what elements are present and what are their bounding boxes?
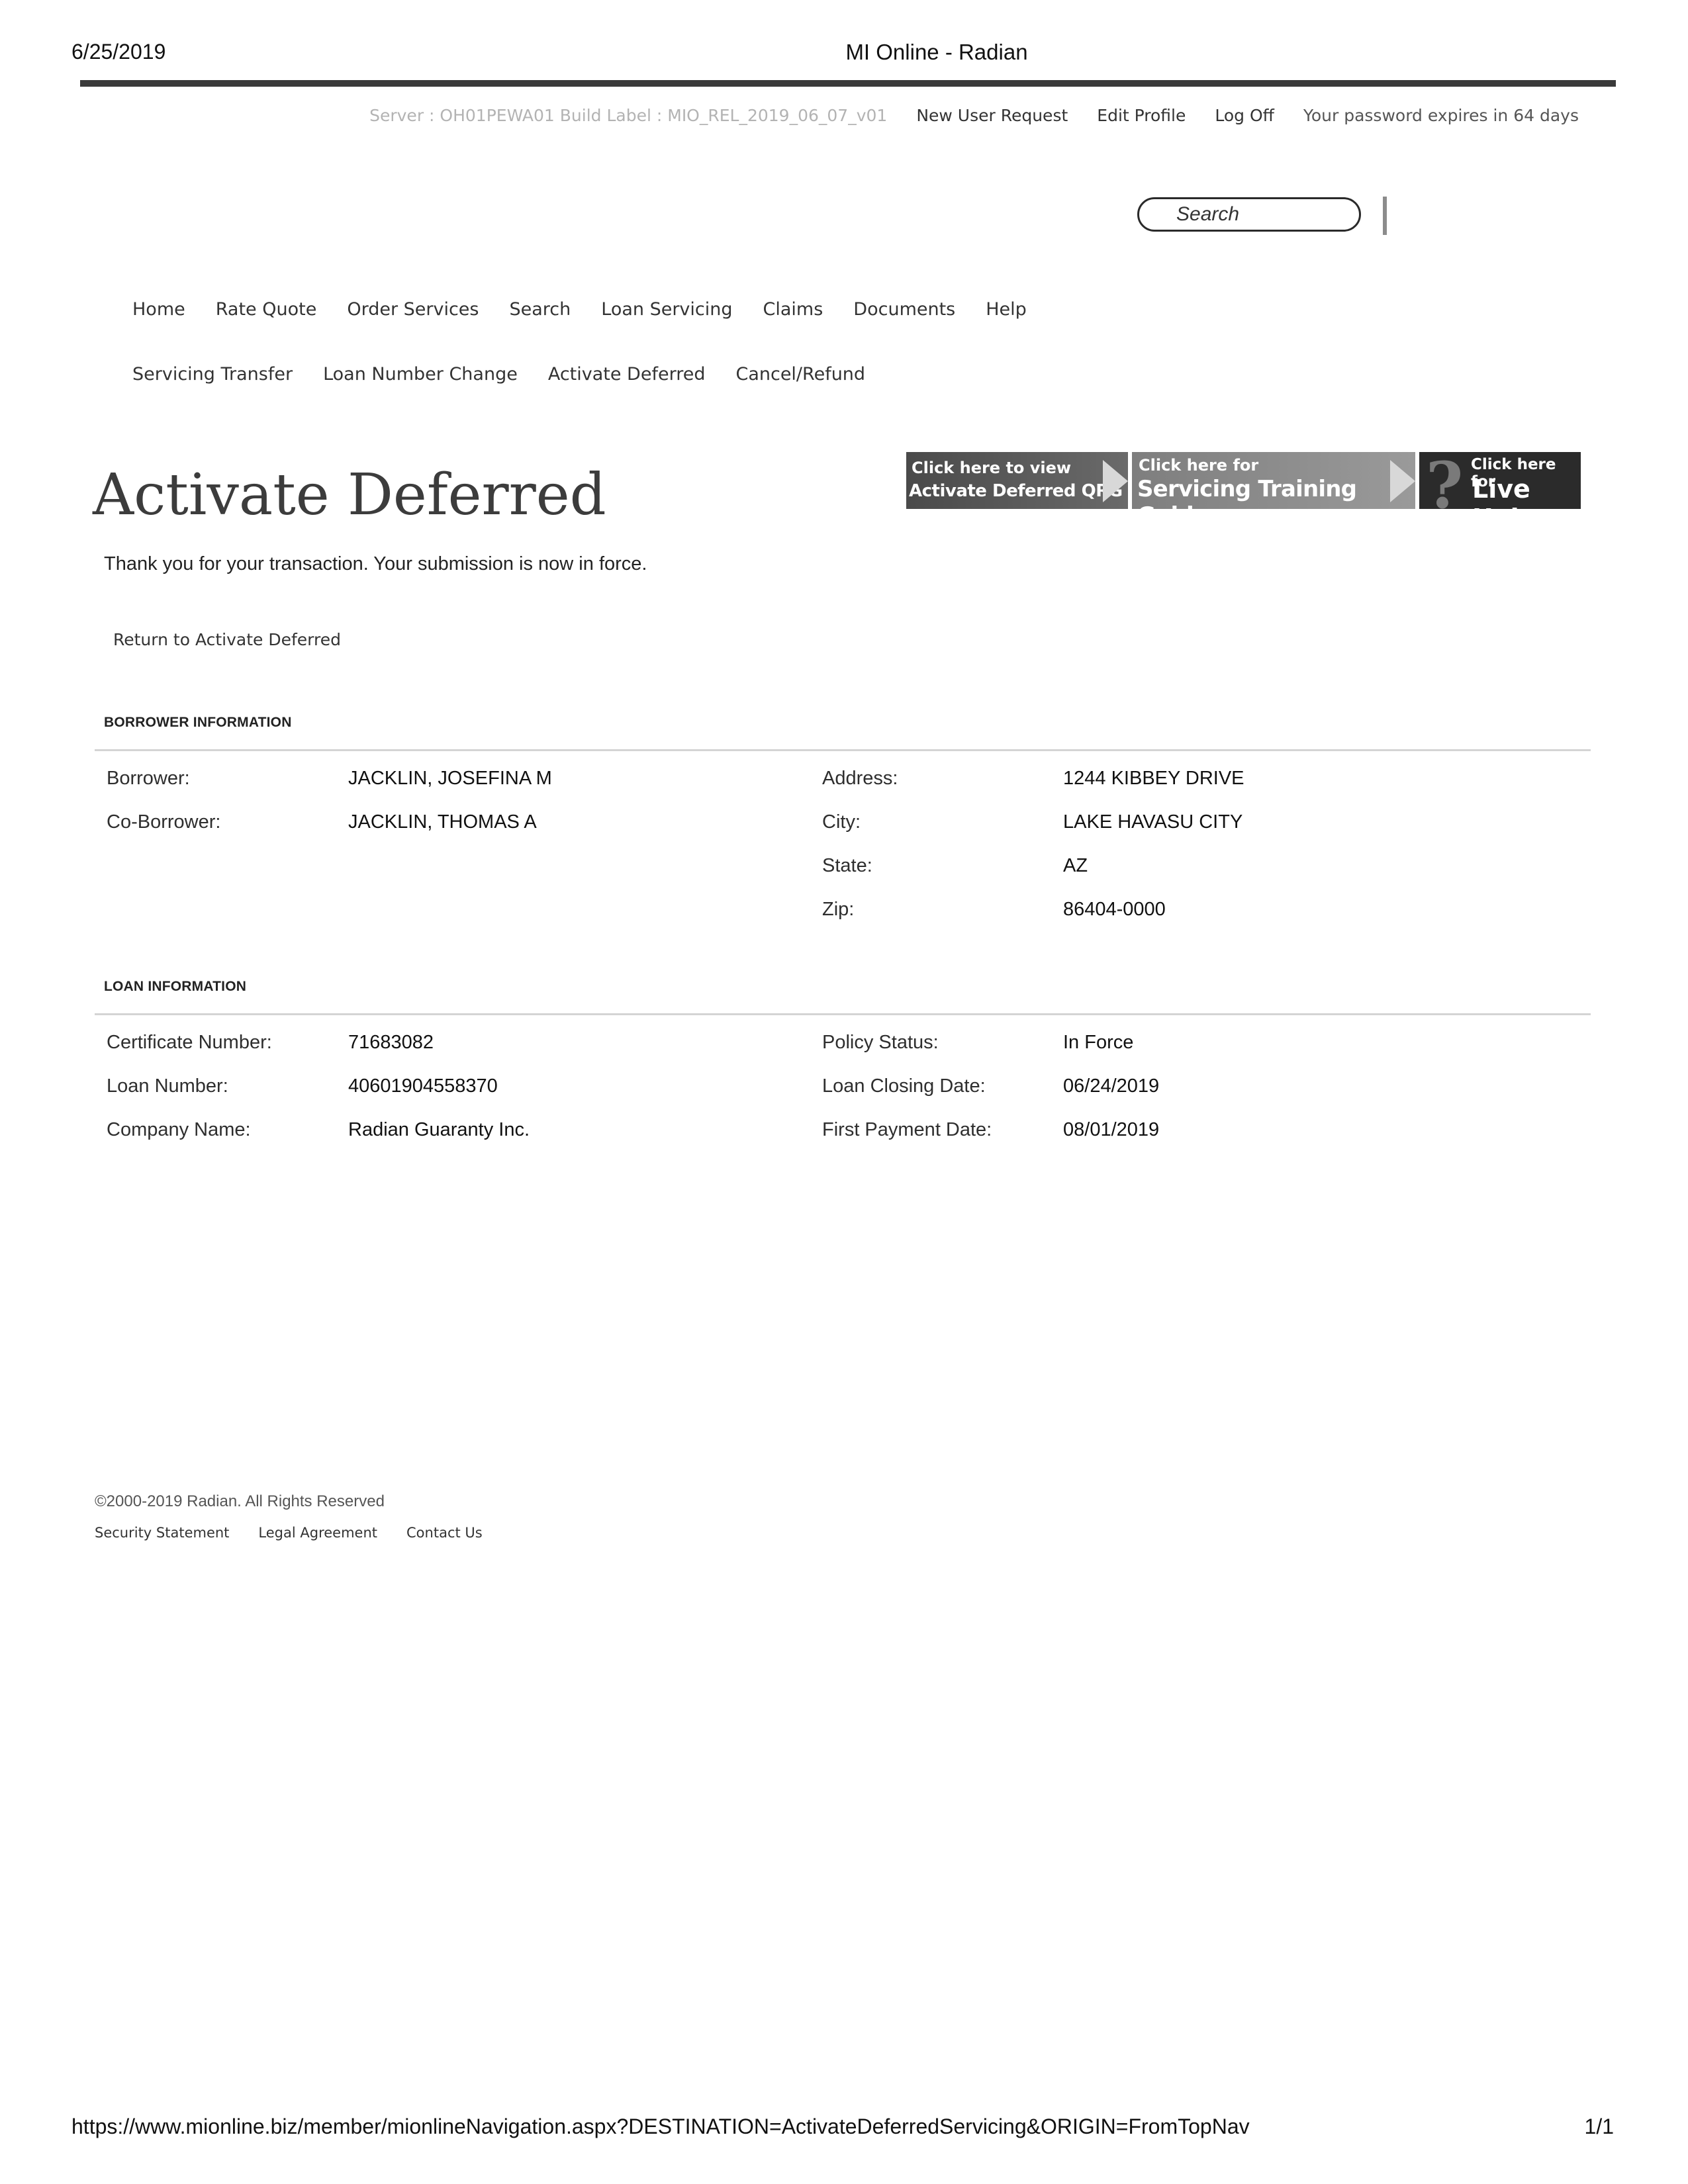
edit-profile-link[interactable]: Edit Profile (1097, 106, 1186, 125)
policy-status-value: In Force (1063, 1032, 1134, 1053)
certificate-number-value: 71683082 (348, 1032, 434, 1053)
return-to-activate-deferred-link[interactable]: Return to Activate Deferred (113, 630, 341, 649)
state-label: State: (822, 855, 872, 876)
company-name-label: Company Name: (107, 1119, 251, 1140)
activate-deferred-qrg-banner[interactable]: Click here to view Activate Deferred QRG (906, 452, 1128, 509)
subnav-item-loan-number-change[interactable]: Loan Number Change (323, 364, 518, 385)
copyright-notice: ©2000-2019 Radian. All Rights Reserved (95, 1492, 385, 1510)
address-label: Address: (822, 768, 898, 789)
loan-section-divider (95, 1013, 1591, 1015)
banner-guide-line1: Click here for (1139, 456, 1259, 475)
footer-links: Security Statement Legal Agreement Conta… (95, 1525, 483, 1541)
coborrower-value: JACKLIN, THOMAS A (348, 811, 537, 833)
borrower-section-heading: BORROWER INFORMATION (104, 715, 292, 730)
nav-item-documents[interactable]: Documents (853, 299, 955, 320)
city-label: City: (822, 811, 861, 833)
log-off-link[interactable]: Log Off (1215, 106, 1274, 125)
subnav-item-activate-deferred[interactable]: Activate Deferred (548, 364, 706, 385)
loan-number-value: 40601904558370 (348, 1075, 498, 1097)
confirmation-message: Thank you for your transaction. Your sub… (104, 553, 647, 574)
zip-label: Zip: (822, 899, 855, 920)
borrower-label: Borrower: (107, 768, 190, 789)
header-divider (80, 80, 1616, 87)
footer-link-legal-agreement[interactable]: Legal Agreement (258, 1525, 377, 1541)
arrow-right-icon (1103, 460, 1128, 502)
main-nav: Home Rate Quote Order Services Search Lo… (132, 299, 1027, 320)
subnav-item-cancel-refund[interactable]: Cancel/Refund (735, 364, 865, 385)
server-build-label: Server : OH01PEWA01 Build Label : MIO_RE… (369, 106, 888, 125)
print-page-title: MI Online - Radian (845, 40, 1028, 64)
banner-qrg-line1: Click here to view (912, 459, 1072, 477)
live-help-banner[interactable]: ? Click here for Live Help (1419, 452, 1581, 509)
company-name-value: Radian Guaranty Inc. (348, 1119, 530, 1140)
print-url: https://www.mionline.biz/member/mionline… (71, 2115, 1250, 2138)
password-expiry-note: Your password expires in 64 days (1303, 106, 1579, 125)
nav-item-home[interactable]: Home (132, 299, 185, 320)
loan-closing-date-value: 06/24/2019 (1063, 1075, 1160, 1097)
city-value: LAKE HAVASU CITY (1063, 811, 1243, 833)
first-payment-date-label: First Payment Date: (822, 1119, 992, 1140)
state-value: AZ (1063, 855, 1088, 876)
page-title: Activate Deferred (93, 462, 606, 528)
borrower-section-divider (95, 749, 1591, 751)
search-divider (1383, 197, 1387, 235)
certificate-number-label: Certificate Number: (107, 1032, 272, 1053)
subnav-item-servicing-transfer[interactable]: Servicing Transfer (132, 364, 293, 385)
loan-closing-date-label: Loan Closing Date: (822, 1075, 986, 1097)
nav-item-claims[interactable]: Claims (763, 299, 823, 320)
nav-item-search[interactable]: Search (509, 299, 571, 320)
footer-link-contact-us[interactable]: Contact Us (406, 1525, 483, 1541)
coborrower-label: Co-Borrower: (107, 811, 221, 833)
zip-value: 86404-0000 (1063, 899, 1166, 920)
borrower-value: JACKLIN, JOSEFINA M (348, 768, 552, 789)
search-input[interactable] (1137, 197, 1361, 232)
question-mark-icon: ? (1426, 452, 1464, 509)
nav-item-rate-quote[interactable]: Rate Quote (216, 299, 317, 320)
sub-nav: Servicing Transfer Loan Number Change Ac… (132, 364, 865, 385)
banner-guide-line2: Servicing Training Guide (1137, 476, 1357, 509)
servicing-training-guide-banner[interactable]: Click here for Servicing Training Guide (1132, 452, 1415, 509)
policy-status-label: Policy Status: (822, 1032, 939, 1053)
banner-live-line2: Live Help (1472, 475, 1537, 509)
first-payment-date-value: 08/01/2019 (1063, 1119, 1160, 1140)
new-user-request-link[interactable]: New User Request (916, 106, 1068, 125)
footer-link-security-statement[interactable]: Security Statement (95, 1525, 229, 1541)
utility-bar: Server : OH01PEWA01 Build Label : MIO_RE… (369, 106, 1579, 125)
arrow-right-icon (1390, 460, 1415, 502)
loan-number-label: Loan Number: (107, 1075, 228, 1097)
loan-section-heading: LOAN INFORMATION (104, 979, 247, 994)
banner-qrg-line2: Activate Deferred QRG (909, 481, 1123, 501)
nav-item-loan-servicing[interactable]: Loan Servicing (601, 299, 732, 320)
nav-item-order-services[interactable]: Order Services (347, 299, 479, 320)
address-value: 1244 KIBBEY DRIVE (1063, 768, 1244, 789)
print-page-number: 1/1 (1584, 2115, 1614, 2138)
nav-item-help[interactable]: Help (986, 299, 1027, 320)
